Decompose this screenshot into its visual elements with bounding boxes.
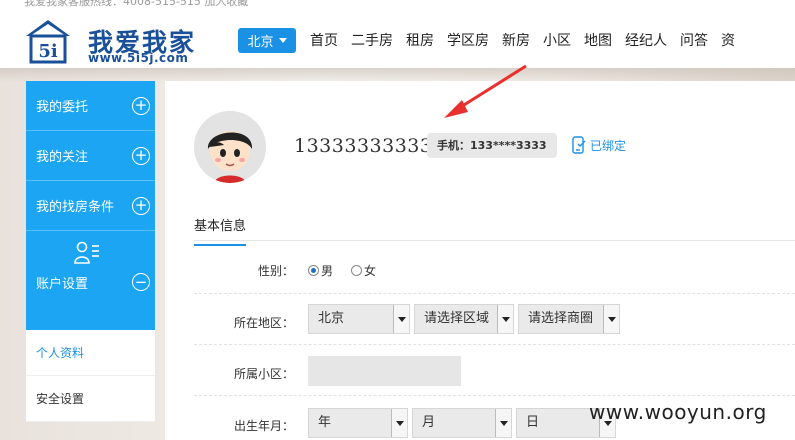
gender-male-radio[interactable]: 男 [308, 262, 333, 279]
dropdown-arrow-icon [603, 305, 619, 333]
dropdown-arrow-icon [393, 305, 409, 333]
nav-item-agent[interactable]: 经纪人 [620, 30, 675, 52]
region-area-value: 请选择商圈 [528, 311, 594, 326]
plus-circle-icon: + [132, 146, 150, 165]
chevron-down-icon [278, 38, 287, 43]
gender-male-label: 男 [321, 264, 334, 278]
city-selector[interactable]: 北京 [238, 28, 296, 53]
logo-url: www.5i5j.com [88, 51, 189, 65]
sidebar-subitem-profile[interactable]: 个人资料 [26, 330, 155, 376]
community-input[interactable] [308, 356, 461, 386]
city-label: 北京 [247, 35, 274, 50]
birth-year-value: 年 [318, 415, 332, 430]
minus-circle-icon: − [132, 273, 150, 291]
region-label: 所在地区： [233, 316, 294, 330]
region-district-value: 请选择区域 [424, 311, 490, 326]
banner-shadow [0, 68, 795, 82]
house-logo-icon: 5i [26, 20, 70, 64]
birth-month-value: 月 [422, 415, 436, 430]
watermark: www.wooyun.org [589, 400, 767, 424]
gender-female-radio[interactable]: 女 [351, 262, 376, 279]
birth-day-value: 日 [526, 415, 540, 430]
annotation-arrow-icon [444, 64, 527, 118]
nav-item-qa[interactable]: 问答 [675, 30, 716, 52]
region-city-value: 北京 [318, 311, 345, 326]
sidebar-item-account-settings[interactable]: 账户设置 − [26, 231, 155, 330]
gender-female-label: 女 [364, 264, 377, 278]
dropdown-arrow-icon [495, 409, 511, 437]
region-city-select[interactable]: 北京 [308, 304, 410, 334]
user-card-icon [74, 241, 99, 264]
radio-selected-icon [308, 265, 319, 276]
profile-panel: 13333333333 手机：133****3333 已绑定 基本信息 性别： … [165, 81, 795, 440]
community-label: 所属小区： [233, 367, 294, 381]
row-divider [194, 395, 795, 396]
sidebar-item-label: 账户设置 [36, 277, 89, 292]
nav-item-more[interactable]: 资 [716, 30, 743, 52]
nav-item-map[interactable]: 地图 [579, 30, 620, 52]
phone-bound-link[interactable]: 已绑定 [572, 136, 626, 154]
birth-month-select[interactable]: 月 [412, 408, 512, 438]
cartoon-avatar-icon [194, 111, 266, 183]
birth-label: 出生年月： [233, 419, 294, 433]
sidebar-item-label: 我的找房条件 [36, 200, 115, 215]
dropdown-arrow-icon [497, 305, 513, 333]
plus-circle-icon: + [132, 96, 150, 115]
sidebar-subitem-label: 个人资料 [36, 346, 85, 360]
sidebar-item-my-follow[interactable]: 我的关注 + [26, 131, 155, 181]
tab-underline [194, 240, 795, 241]
gender-label: 性别： [257, 264, 294, 278]
main-nav: 首页 二手房 租房 学区房 新房 小区 地图 经纪人 问答 资 [305, 30, 743, 52]
nav-item-home[interactable]: 首页 [305, 30, 346, 52]
nav-item-rent[interactable]: 租房 [401, 30, 442, 52]
plus-circle-icon: + [132, 196, 150, 215]
avatar[interactable] [194, 111, 266, 183]
nav-item-new-house[interactable]: 新房 [497, 30, 538, 52]
nav-item-community[interactable]: 小区 [538, 30, 579, 52]
sidebar: 我的委托 + 我的关注 + 我的找房条件 + 账户设置 − 个人资料 安全设置 [26, 81, 155, 422]
username: 13333333333 [294, 135, 433, 157]
site-header: 我爱我家客服热线：4008-515-515 加入收藏 5i 我爱我家 www.5… [0, 0, 795, 68]
region-area-select[interactable]: 请选择商圈 [518, 304, 620, 334]
sidebar-item-my-entrust[interactable]: 我的委托 + [26, 81, 155, 131]
bound-label: 已绑定 [590, 138, 627, 153]
sidebar-subitem-label: 安全设置 [36, 392, 85, 406]
nav-item-school-district[interactable]: 学区房 [442, 30, 497, 52]
sidebar-item-search-conditions[interactable]: 我的找房条件 + [26, 181, 155, 231]
sidebar-item-label: 我的关注 [36, 150, 89, 165]
dropdown-arrow-icon [391, 409, 407, 437]
phone-badge: 手机：133****3333 [427, 133, 557, 158]
svg-text:5i: 5i [38, 41, 58, 62]
sidebar-subitem-security[interactable]: 安全设置 [26, 376, 155, 422]
region-district-select[interactable]: 请选择区域 [414, 304, 514, 334]
tab-basic-info[interactable]: 基本信息 [194, 215, 247, 246]
row-divider [194, 344, 795, 345]
nav-item-second-hand[interactable]: 二手房 [346, 30, 401, 52]
hotline-text: 我爱我家客服热线：4008-515-515 加入收藏 [24, 0, 249, 8]
radio-unselected-icon [351, 265, 362, 276]
birth-year-select[interactable]: 年 [308, 408, 408, 438]
sidebar-item-label: 我的委托 [36, 100, 89, 115]
phone-check-icon [572, 136, 586, 154]
row-divider [194, 293, 795, 294]
